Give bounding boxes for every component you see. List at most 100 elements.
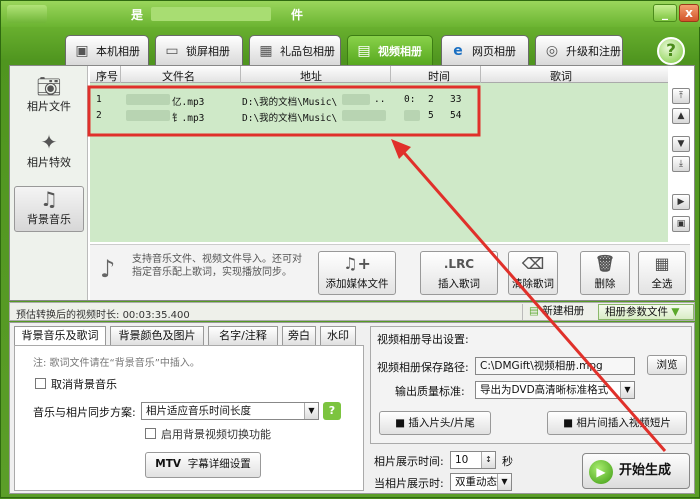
row-path-ellipsis: .. (374, 94, 386, 105)
quality-value: 导出为DVD高清晰标准格式 (480, 384, 609, 396)
row-no: 2 (96, 110, 102, 121)
start-generate-button[interactable]: ▶ 开始生成 (582, 453, 690, 489)
add-music-icon: ♫+ (343, 254, 371, 273)
row-path: D:\我的文档\Music\ (242, 97, 338, 108)
doc-icon: ▤ (529, 305, 539, 317)
table-header: 序号 文件名 地址 时间 歌词 (90, 66, 668, 83)
tab-upgrade-register[interactable]: ◎ 升级和注册 (535, 35, 623, 65)
settings-panel: 背景音乐及歌词 背景颜色及图片 名字/注释 旁白 水印 注: 歌词文件请在“背景… (9, 322, 695, 494)
show-mode-label: 当相片展示时: (374, 477, 444, 490)
row-filename: 亿.mp3 (172, 97, 205, 108)
close-button[interactable]: x (679, 4, 699, 22)
main-tabs: ▣ 本机相册 ▭ 锁屏相册 ▦ 礼品包相册 ▤ 视频相册 e 网页相册 ◎ 升级和注册 (1, 35, 700, 65)
tab-label: 锁屏相册 (186, 44, 230, 58)
move-down-button[interactable]: ▼ (672, 136, 690, 152)
clear-lyrics-button[interactable]: ⌫ 清除歌词 (508, 251, 558, 295)
dropdown-arrow-icon: ▼ (671, 306, 680, 318)
music-icon: ♫ (40, 187, 58, 211)
delete-button[interactable]: 🗑︎ 删除 (580, 251, 630, 295)
video-icon: ■ (563, 417, 574, 429)
move-up-button[interactable]: ▲ (672, 108, 690, 124)
tab-label: 本机相册 (96, 44, 140, 58)
quality-select[interactable]: 导出为DVD高清晰标准格式 ▼ (475, 381, 635, 399)
tab-name-comment[interactable]: 名字/注释 (208, 326, 278, 345)
tab-web-album[interactable]: e 网页相册 (441, 35, 529, 65)
sidebar-item-label: 相片文件 (27, 100, 71, 113)
subtitle-settings-button[interactable]: MTV 字幕详细设置 (145, 452, 261, 478)
show-time-value: 10 (455, 454, 469, 466)
sidebar-item-photo-files[interactable]: 📷︎ 相片文件 (14, 74, 84, 120)
tab-bg-music-lyrics[interactable]: 背景音乐及歌词 (14, 326, 106, 346)
album-params-button[interactable]: 相册参数文件 ▼ (598, 304, 694, 320)
button-label: 删除 (594, 278, 616, 290)
tab-label: 视频相册 (378, 44, 422, 58)
spinner-icon: ↕ (481, 452, 495, 468)
main-panel: 📷︎ 相片文件 ✦ 相片特效 ♫ 背景音乐 序号 文件名 地址 时间 歌词 1 … (9, 65, 695, 301)
button-label: 插入歌词 (438, 278, 480, 290)
insert-clip-label: 插入片头/片尾 (408, 417, 475, 429)
browse-button[interactable]: 浏览 (647, 355, 687, 375)
insert-clip-button[interactable]: ■ 插入片头/片尾 (379, 411, 491, 435)
tab-gift-album[interactable]: ▦ 礼品包相册 (249, 35, 341, 65)
insert-lyrics-button[interactable]: .LRC 插入歌词 (420, 251, 498, 295)
bg-video-switch-label: 启用背景视频切换功能 (161, 428, 271, 441)
tab-label: 礼品包相册 (280, 44, 335, 58)
seconds-unit: 秒 (502, 455, 513, 468)
move-bottom-button[interactable]: ⤓ (672, 156, 690, 172)
tab-label: 网页相册 (472, 44, 516, 58)
row-time-part: 0: (404, 94, 416, 105)
gift-icon: ▦ (259, 42, 273, 59)
insert-short-video-button[interactable]: ■ 相片间插入视频短片 (547, 411, 687, 435)
move-top-button[interactable]: ⤒ (672, 88, 690, 104)
sync-value: 相片适应音乐时间长度 (146, 405, 251, 417)
tab-narration[interactable]: 旁白 (282, 326, 316, 345)
tab-label: 升级和注册 (566, 44, 621, 58)
tab-bg-color-image[interactable]: 背景颜色及图片 (110, 326, 204, 345)
help-button[interactable]: ? (657, 37, 685, 65)
title-bar: 是 件 _ x (1, 1, 700, 27)
chevron-down-icon: ▼ (620, 382, 634, 398)
row-time-part: 5 (428, 110, 434, 121)
lrc-icon: .LRC (443, 257, 475, 271)
toolbar-note: 支持音乐文件、视频文件导入。还可对指定音乐配上歌词，实现播放同步。 (132, 254, 302, 278)
sync-select[interactable]: 相片适应音乐时间长度 ▼ (141, 402, 319, 420)
scroll-right-button[interactable]: ▶ (672, 194, 690, 210)
export-header: 视频相册导出设置: (377, 333, 469, 346)
table-row[interactable]: 1 亿.mp3 D:\我的文档\Music\ .. 0: 2 33 (90, 92, 668, 108)
ie-icon: e (453, 42, 463, 59)
help-icon[interactable]: ? (323, 402, 341, 420)
photo-icon: ▣ (75, 42, 89, 59)
sync-label: 音乐与相片同步方案: (33, 406, 136, 419)
row-time-part: 2 (428, 94, 434, 105)
bg-video-switch-checkbox[interactable] (145, 428, 156, 439)
tab-local-album[interactable]: ▣ 本机相册 (65, 35, 149, 65)
col-header-lyrics: 歌词 (550, 70, 572, 83)
minimize-button[interactable]: _ (653, 4, 677, 22)
button-label: 添加媒体文件 (325, 278, 389, 290)
select-all-button[interactable]: ▦ 全选 (638, 251, 686, 295)
col-header-time: 时间 (428, 70, 450, 83)
save-path-input[interactable]: C:\DMGift\视频相册.mpg (475, 357, 635, 375)
save-path-label: 视频相册保存路径: (377, 361, 469, 374)
play-icon: ▶ (589, 460, 613, 484)
select-all-icon: ▦ (654, 254, 670, 273)
sidebar-item-photo-effects[interactable]: ✦ 相片特效 (14, 130, 84, 176)
col-header-no: 序号 (96, 70, 118, 83)
start-label: 开始生成 (619, 463, 672, 478)
table-row[interactable]: 2 钅.mp3 D:\我的文档\Music\ 5 54 (90, 108, 668, 124)
add-media-button[interactable]: ♫+ 添加媒体文件 (318, 251, 396, 295)
eraser-icon: ⌫ (521, 254, 545, 273)
trash-icon: 🗑︎ (594, 254, 616, 273)
scroll-page-button[interactable]: ▣ (672, 216, 690, 232)
camera-icon: 📷︎ (36, 74, 62, 98)
sidebar-item-bg-music[interactable]: ♫ 背景音乐 (14, 186, 84, 232)
cancel-bg-music-checkbox[interactable] (35, 378, 46, 389)
show-time-input[interactable]: 10 ↕ (450, 451, 496, 469)
new-album-button[interactable]: ▤ 新建相册 (522, 304, 590, 320)
tab-video-album[interactable]: ▤ 视频相册 (347, 35, 433, 65)
window-title-end: 件 (291, 8, 304, 22)
tab-watermark[interactable]: 水印 (320, 326, 356, 345)
show-mode-select[interactable]: 双重动态 ▼ (450, 473, 512, 491)
tab-lockscreen-album[interactable]: ▭ 锁屏相册 (155, 35, 243, 65)
album-params-label: 相册参数文件 (605, 306, 668, 318)
